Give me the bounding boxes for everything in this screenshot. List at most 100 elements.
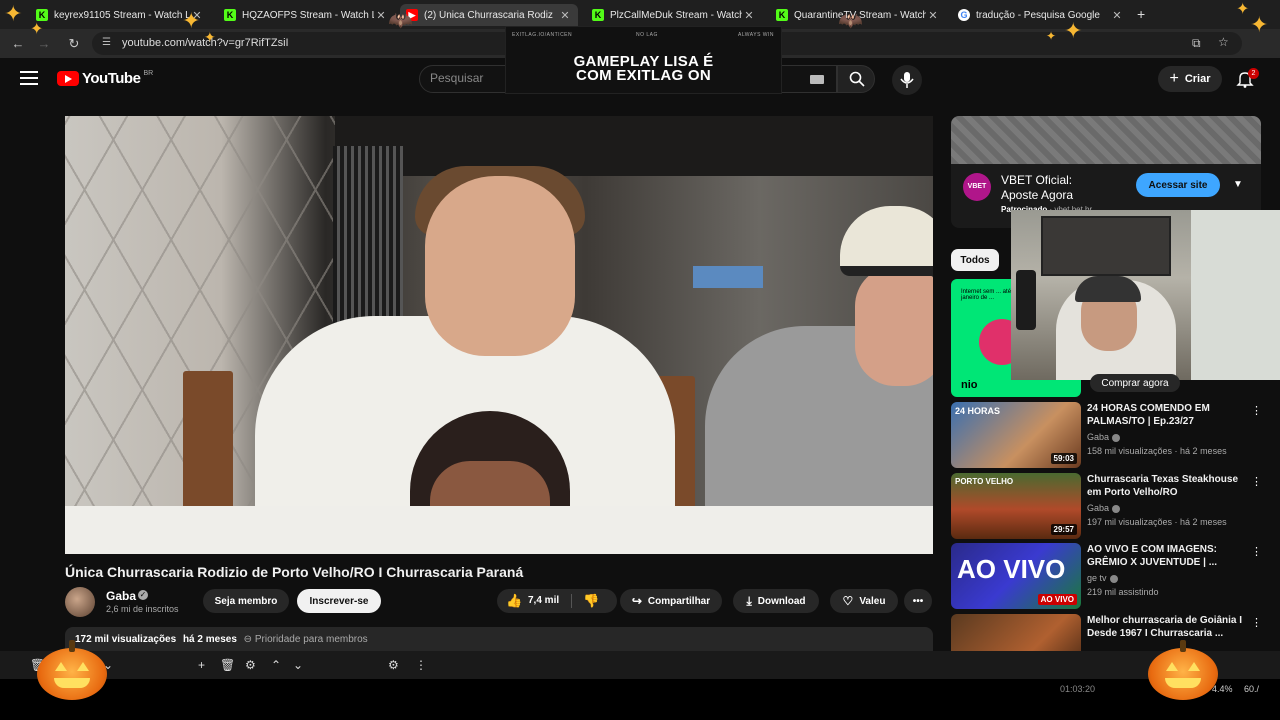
kick-icon: K: [776, 9, 788, 21]
ceiling: [335, 116, 933, 176]
join-button[interactable]: Seja membro: [203, 589, 289, 613]
bookmark-star-icon[interactable]: ☆: [1218, 35, 1229, 49]
chevron-up-icon[interactable]: ⌃: [271, 658, 281, 672]
star-decoration: ✦: [204, 29, 216, 45]
video-title: Única Churrascaria Rodizio de Porto Velh…: [65, 564, 524, 580]
share-label: Compartilhar: [647, 595, 711, 607]
download-label: Download: [757, 595, 806, 607]
search-icon: [849, 71, 865, 87]
banner-small-text: ALWAYS WIN: [738, 32, 775, 38]
chevron-down-icon[interactable]: ⌄: [293, 658, 303, 672]
close-icon[interactable]: ✕: [558, 9, 572, 22]
trash-icon[interactable]: 🗑: [220, 658, 235, 672]
gear-icon[interactable]: ⚙: [245, 658, 256, 672]
browser-tab[interactable]: K HQZAOFPS Stream - Watch Live ✕: [218, 4, 394, 26]
gear-icon[interactable]: ⚙: [388, 658, 399, 672]
view-count: 172 mil visualizações: [75, 634, 177, 645]
install-icon[interactable]: ⧉: [1192, 36, 1201, 51]
recommendation-thumbnail[interactable]: 24 HORAS 59:03: [951, 402, 1081, 468]
recommendation-channel[interactable]: Gaba: [1087, 432, 1121, 442]
recommendation-item[interactable]: 24 HORAS 59:03 24 HORAS COMENDO EM PALMA…: [951, 402, 1262, 468]
description-box[interactable]: 172 mil visualizações há 2 meses ⊖ Prior…: [65, 627, 933, 651]
recommendation-item[interactable]: Melhor churrascaria de Goiânia I Desde 1…: [951, 614, 1261, 651]
recommendation-item[interactable]: PORTO VELHO 29:57 Churrascaria Texas Ste…: [951, 473, 1262, 539]
channel-text: Gaba: [1087, 432, 1110, 442]
ad-title[interactable]: VBET Oficial: Aposte Agora: [1001, 173, 1096, 203]
kick-icon: K: [224, 9, 236, 21]
youtube-logo[interactable]: YouTube BR: [57, 70, 153, 87]
divider: [571, 594, 572, 608]
more-vertical-icon[interactable]: ⋮: [415, 658, 427, 672]
ad-banner-image[interactable]: [951, 116, 1261, 164]
pumpkin-mouth: [1165, 678, 1201, 688]
voice-search-button[interactable]: [892, 65, 922, 95]
duration-badge: 59:03: [1050, 453, 1077, 464]
banner-small-text: EXITLAG.IO/ANTICEN: [512, 32, 573, 38]
visit-site-button[interactable]: Acessar site: [1136, 173, 1220, 197]
new-tab-button[interactable]: +: [1137, 6, 1145, 22]
plus-icon[interactable]: +: [198, 658, 205, 672]
buy-now-button[interactable]: Comprar agora: [1090, 374, 1180, 392]
search-button[interactable]: [837, 65, 875, 93]
more-vertical-icon[interactable]: ⋮: [1251, 404, 1262, 417]
thanks-button[interactable]: ♡ Valeu: [830, 589, 898, 613]
create-label: Criar: [1184, 73, 1211, 85]
channel-avatar[interactable]: [65, 587, 95, 617]
tab-label: PlzCallMeDuk Stream - Watch L: [610, 9, 742, 21]
thumb-text: 24 HORAS: [955, 406, 1001, 416]
more-vertical-icon[interactable]: ⋮: [1251, 475, 1262, 488]
dislike-icon[interactable]: 👎: [583, 593, 599, 609]
thanks-label: Valeu: [859, 595, 886, 607]
more-vertical-icon[interactable]: ⋮: [1251, 616, 1261, 629]
chair: [183, 371, 233, 521]
recommendation-thumbnail[interactable]: PORTO VELHO 29:57: [951, 473, 1081, 539]
browser-tab-active[interactable]: ▶ (2) Única Churrascaria Rodiz ✕: [400, 4, 578, 26]
download-button[interactable]: ⤓ Download: [733, 589, 819, 613]
video-player[interactable]: [65, 116, 933, 554]
close-icon[interactable]: ✕: [374, 9, 388, 22]
banner-headline: GAMEPLAY LISA É COM EXITLAG ON: [506, 54, 781, 83]
recommendation-item[interactable]: AO VIVO AO VIVO AO VIVO E COM IMAGENS: G…: [951, 543, 1262, 609]
recommendation-meta: 158 mil visualizações · há 2 meses: [1087, 446, 1227, 456]
close-icon[interactable]: ✕: [926, 9, 940, 22]
chevron-down-icon[interactable]: ▼: [1233, 179, 1243, 190]
recommendation-thumbnail[interactable]: [951, 614, 1081, 651]
pumpkin-eye: [1188, 662, 1200, 671]
pumpkin-decoration: [37, 640, 107, 700]
keyboard-icon[interactable]: [810, 75, 824, 84]
like-count[interactable]: 7,4 mil: [528, 595, 559, 606]
like-icon[interactable]: 👍: [506, 593, 522, 609]
more-horizontal-icon: •••: [912, 595, 924, 607]
recommendation-thumbnail[interactable]: AO VIVO AO VIVO: [951, 543, 1081, 609]
close-icon[interactable]: ✕: [742, 9, 756, 22]
create-button[interactable]: + Criar: [1158, 66, 1222, 92]
chip-all[interactable]: Todos: [951, 249, 999, 271]
pumpkin-decoration: [1148, 640, 1218, 700]
webcam-wall-frame: [1041, 216, 1171, 276]
share-button[interactable]: ↪ Compartilhar: [620, 589, 722, 613]
menu-icon[interactable]: [20, 71, 38, 85]
webcam-microphone: [1016, 270, 1036, 330]
browser-tab[interactable]: G tradução - Pesquisa Google ✕: [952, 4, 1130, 26]
subscribe-button[interactable]: Inscrever-se: [297, 589, 381, 613]
more-actions-button[interactable]: •••: [904, 589, 932, 613]
age-text: há 2 meses: [1180, 446, 1227, 456]
recommendation-title[interactable]: Churrascaria Texas Steakhouse em Porto V…: [1087, 473, 1247, 499]
recommendation-title[interactable]: AO VIVO E COM IMAGENS: GRÊMIO X JUVENTUD…: [1087, 543, 1247, 569]
reload-icon[interactable]: ↻: [64, 34, 84, 54]
more-vertical-icon[interactable]: ⋮: [1251, 545, 1262, 558]
browser-tab[interactable]: K PlzCallMeDuk Stream - Watch L ✕: [586, 4, 762, 26]
channel-text: Gaba: [1087, 503, 1110, 513]
recommendation-title[interactable]: 24 HORAS COMENDO EM PALMAS/TO | Ep.23/27: [1087, 402, 1247, 428]
man-center-head: [425, 176, 575, 356]
logo-text: YouTube: [82, 70, 141, 87]
site-info-icon[interactable]: ☰: [102, 37, 111, 48]
man-right-head: [855, 266, 933, 386]
join-label: Seja membro: [214, 595, 278, 607]
recommendation-channel[interactable]: Gaba: [1087, 503, 1121, 513]
recommendation-channel[interactable]: ge tv: [1087, 573, 1118, 583]
back-icon[interactable]: ←: [8, 34, 28, 54]
close-icon[interactable]: ✕: [1110, 9, 1124, 22]
channel-name[interactable]: Gaba: [106, 589, 136, 603]
recommendation-title[interactable]: Melhor churrascaria de Goiânia I Desde 1…: [1087, 614, 1247, 640]
